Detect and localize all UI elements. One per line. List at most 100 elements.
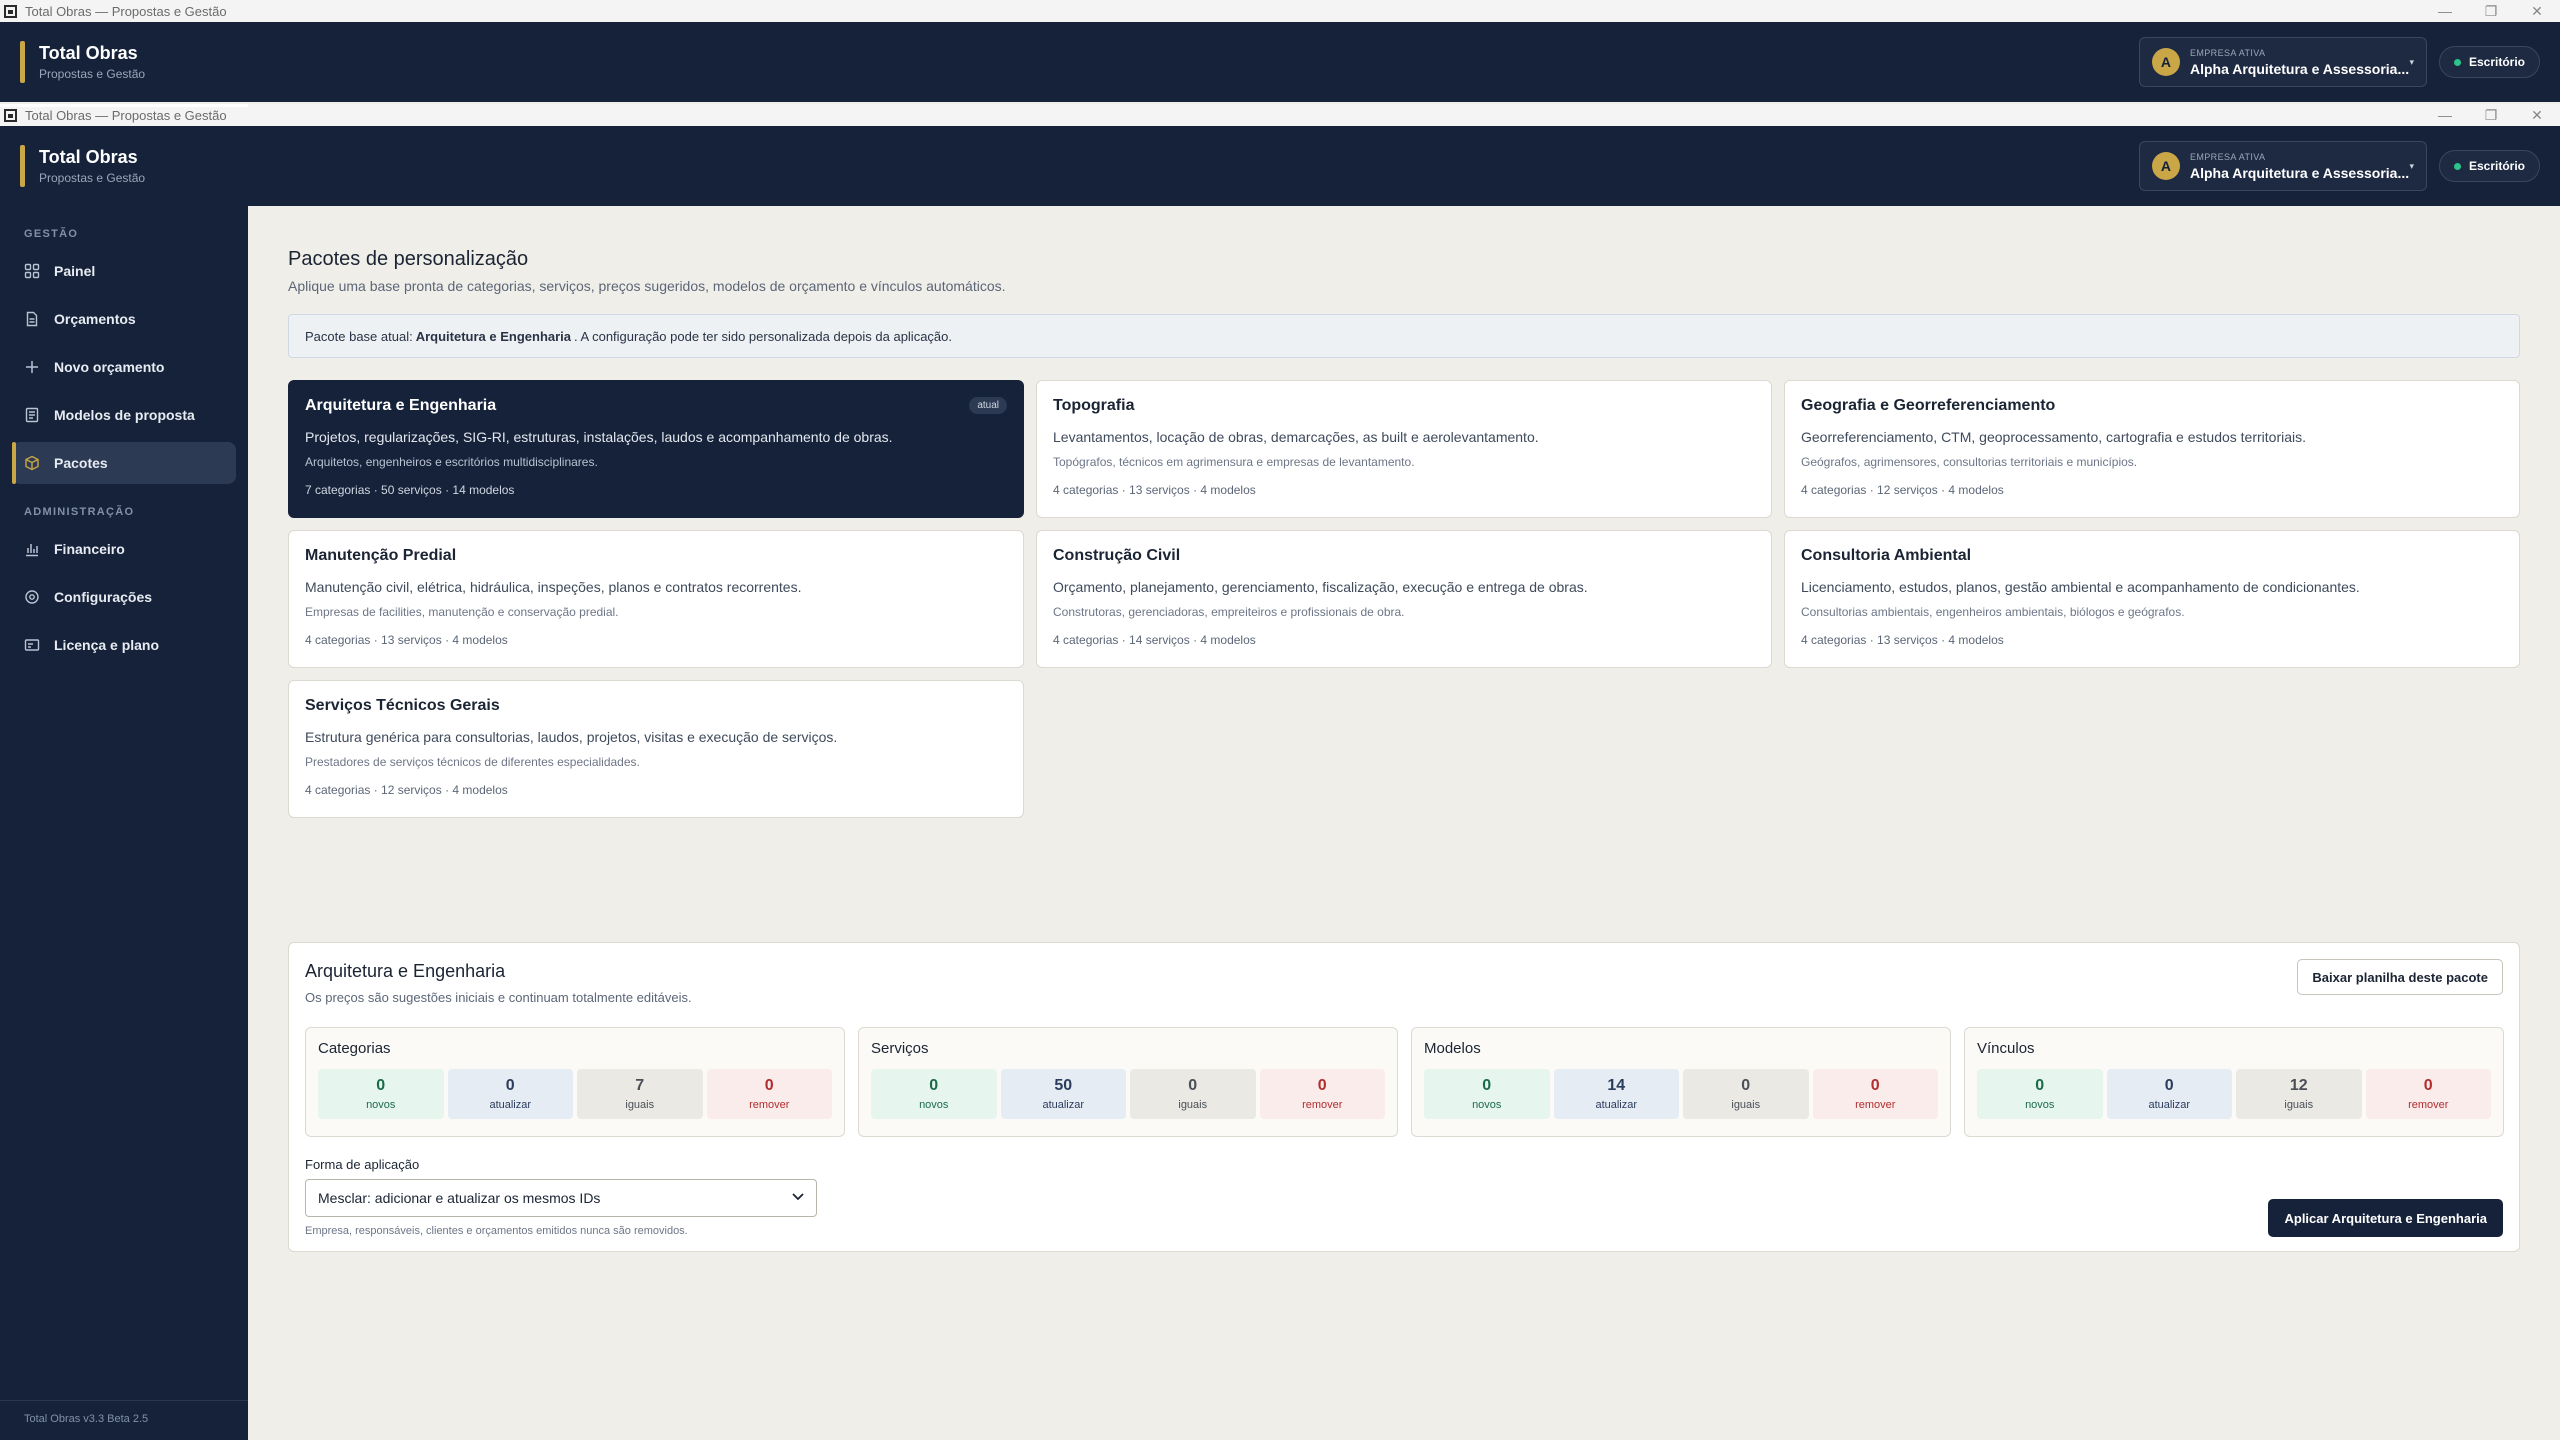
package-card-stats: 4 categorias · 13 serviços · 4 modelos (1801, 633, 2004, 647)
stat-value: 0 (1482, 1077, 1492, 1094)
apply-mode-value: Mesclar: adicionar e atualizar os mesmos… (318, 1190, 601, 1206)
package-card-manutencao[interactable]: Manutenção Predial Manutenção civil, elé… (288, 530, 1024, 668)
company-name: Alpha Arquitetura e Assessoria... (2189, 60, 2410, 77)
stat-label: atualizar (1042, 1099, 1085, 1111)
company-avatar: A (2151, 48, 2180, 76)
chevron-down-icon: ▾ (2409, 160, 2414, 171)
sidebar-item-pacotes[interactable]: Pacotes (12, 442, 236, 484)
stat-value: 0 (1317, 1077, 1327, 1094)
package-card-title: Serviços Técnicos Gerais (305, 697, 500, 714)
stat-label: iguais (1178, 1099, 1208, 1111)
stat-value: 0 (1188, 1077, 1198, 1094)
stat-label: atualizar (1595, 1099, 1638, 1111)
stat-label: remover (2408, 1099, 2449, 1111)
package-card-servicos-gerais[interactable]: Serviços Técnicos Gerais Estrutura genér… (288, 680, 1024, 818)
package-card-arquitetura[interactable]: Arquitetura e Engenharia atual Projetos,… (288, 380, 1024, 518)
app-icon (4, 108, 17, 122)
diff-group-title: Categorias (318, 1040, 391, 1057)
mode-pill[interactable]: Escritório (2438, 46, 2540, 78)
window-controls: — ❐ ✕ (2422, 0, 2560, 22)
restore-icon[interactable]: ❐ (2468, 0, 2514, 22)
sidebar-item-label: Modelos de proposta (54, 407, 195, 423)
diff-group-title: Vínculos (1977, 1040, 2035, 1057)
stat-same: 0 iguais (1130, 1069, 1256, 1119)
company-selector[interactable]: A EMPRESA ATIVA Alpha Arquitetura e Asse… (2138, 37, 2427, 87)
diff-summary: Categorias 0 novos 0 atualizar 7 iguais 0 re… (305, 1027, 2505, 1137)
apply-mode-note: Empresa, responsáveis, clientes e orçame… (305, 1225, 688, 1237)
title-bar: Total Obras — Propostas e Gestão — ❐ ✕ (0, 104, 2560, 126)
package-card-stats: 4 categorias · 12 serviços · 4 modelos (1801, 483, 2004, 497)
mode-pill[interactable]: Escritório (2438, 150, 2540, 182)
notice-suffix: . A configuração pode ter sido personali… (574, 328, 952, 344)
sidebar: GESTÃO Painel Orçamentos Novo orçamento … (0, 206, 248, 1440)
package-card-audience: Consultorias ambientais, engenheiros amb… (1801, 605, 2185, 619)
sidebar-item-label: Novo orçamento (54, 359, 165, 375)
close-icon[interactable]: ✕ (2514, 0, 2560, 22)
company-name: Alpha Arquitetura e Assessoria... (2189, 164, 2410, 181)
apply-mode-select[interactable]: Mesclar: adicionar e atualizar os mesmos… (305, 1179, 817, 1217)
stat-remove: 0 remover (706, 1069, 832, 1119)
sidebar-item-orcamentos[interactable]: Orçamentos (12, 298, 236, 340)
diff-group-categorias: Categorias 0 novos 0 atualizar 7 iguais 0 re… (305, 1027, 845, 1137)
stat-update: 50 atualizar (1000, 1069, 1126, 1119)
sidebar-section-gestao: GESTÃO (24, 228, 79, 240)
package-card-stats: 7 categorias · 50 serviços · 14 modelos (305, 483, 515, 497)
close-icon[interactable]: ✕ (2514, 104, 2560, 126)
package-card-stats: 4 categorias · 13 serviços · 4 modelos (1053, 483, 1256, 497)
company-label: EMPRESA ATIVA (2189, 47, 2266, 58)
sidebar-item-painel[interactable]: Painel (12, 250, 236, 292)
stat-label: remover (1302, 1099, 1343, 1111)
stat-label: novos (919, 1099, 949, 1111)
stat-remove: 0 remover (2365, 1069, 2491, 1119)
package-card-title: Construção Civil (1053, 547, 1181, 564)
sidebar-item-label: Painel (54, 263, 96, 279)
company-selector[interactable]: A EMPRESA ATIVA Alpha Arquitetura e Asse… (2138, 141, 2427, 191)
stat-value: 0 (2035, 1077, 2045, 1094)
package-card-desc: Levantamentos, locação de obras, demarca… (1053, 429, 1539, 445)
minimize-icon[interactable]: — (2422, 0, 2468, 22)
package-card-audience: Arquitetos, engenheiros e escritórios mu… (305, 455, 598, 469)
chevron-down-icon (792, 1192, 804, 1204)
sidebar-item-novo-orcamento[interactable]: Novo orçamento (12, 346, 236, 388)
license-icon (24, 637, 40, 653)
minimize-icon[interactable]: — (2422, 104, 2468, 126)
download-spreadsheet-button[interactable]: Baixar planilha deste pacote (2297, 959, 2503, 995)
mode-label: Escritório (2468, 55, 2525, 69)
package-card-audience: Topógrafos, técnicos em agrimensura e em… (1053, 455, 1415, 469)
package-card-ambiental[interactable]: Consultoria Ambiental Licenciamento, est… (1784, 530, 2520, 668)
package-card-stats: 4 categorias · 14 serviços · 4 modelos (1053, 633, 1256, 647)
package-card-topografia[interactable]: Topografia Levantamentos, locação de obr… (1036, 380, 1772, 518)
stat-value: 0 (2164, 1077, 2174, 1094)
stat-value: 0 (929, 1077, 939, 1094)
company-avatar: A (2151, 152, 2180, 180)
sidebar-item-licenca[interactable]: Licença e plano (12, 624, 236, 666)
stat-new: 0 novos (1977, 1069, 2103, 1119)
package-card-desc: Manutenção civil, elétrica, hidráulica, … (305, 579, 802, 595)
sidebar-item-configuracoes[interactable]: Configurações (12, 576, 236, 618)
brand-name: Total Obras (39, 147, 138, 167)
sidebar-item-financeiro[interactable]: Financeiro (12, 528, 236, 570)
diff-group-servicos: Serviços 0 novos 50 atualizar 0 iguais 0 rem… (858, 1027, 1398, 1137)
package-card-construcao[interactable]: Construção Civil Orçamento, planejamento… (1036, 530, 1772, 668)
package-card-geografia[interactable]: Geografia e Georreferenciamento Georrefe… (1784, 380, 2520, 518)
app-header: Total Obras Propostas e Gestão A EMPRESA… (0, 126, 2560, 206)
chart-icon (24, 541, 40, 557)
restore-icon[interactable]: ❐ (2468, 104, 2514, 126)
package-card-desc: Estrutura genérica para consultorias, la… (305, 729, 838, 745)
package-card-title: Manutenção Predial (305, 547, 457, 564)
active-indicator (12, 442, 16, 484)
sidebar-item-modelos[interactable]: Modelos de proposta (12, 394, 236, 436)
stat-value: 14 (1607, 1077, 1626, 1094)
page-subtitle: Aplique uma base pronta de categorias, s… (288, 278, 1006, 294)
title-bar-accent (0, 104, 248, 107)
package-card-title: Topografia (1053, 397, 1135, 414)
background-window: Total Obras — Propostas e Gestão — ❐ ✕ T… (0, 0, 2560, 104)
stat-same: 12 iguais (2236, 1069, 2362, 1119)
stat-label: iguais (2284, 1099, 2314, 1111)
stat-update: 14 atualizar (1553, 1069, 1679, 1119)
package-card-audience: Empresas de facilities, manutenção e con… (305, 605, 619, 619)
package-card-title: Arquitetura e Engenharia (305, 397, 497, 414)
apply-package-button[interactable]: Aplicar Arquitetura e Engenharia (2268, 1199, 2503, 1237)
stat-value: 0 (2423, 1077, 2433, 1094)
sidebar-footer-version: Total Obras v3.3 Beta 2.5 (0, 1400, 248, 1440)
